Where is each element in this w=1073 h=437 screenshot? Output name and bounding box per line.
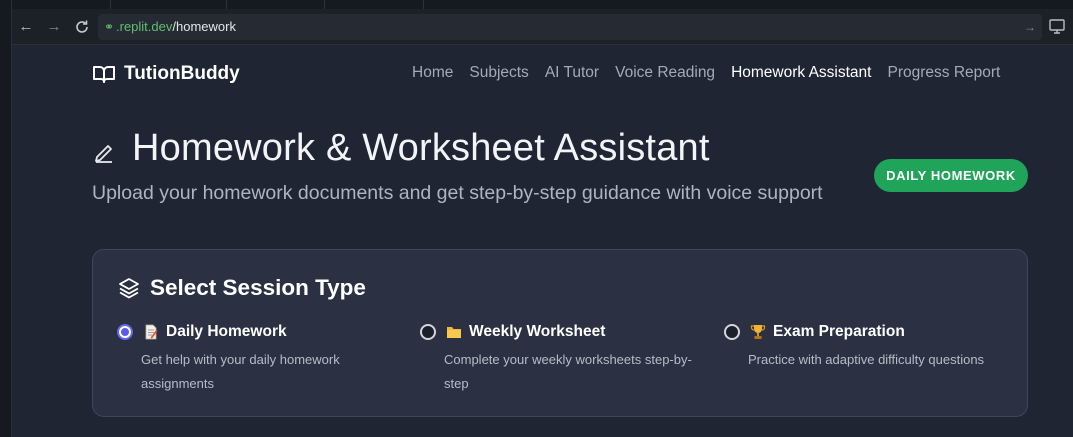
- title-row: Homework & Worksheet Assistant: [92, 127, 710, 170]
- layers-icon: [119, 278, 139, 299]
- option-daily-homework[interactable]: Daily Homework Get help with your daily …: [117, 322, 407, 396]
- radio-daily-homework[interactable]: [117, 324, 133, 340]
- browser-tab[interactable]: [226, 0, 324, 9]
- link-icon: ⚭: [104, 20, 115, 34]
- browser-tab[interactable]: [324, 0, 424, 9]
- page-subtitle: Upload your homework documents and get s…: [92, 182, 823, 204]
- open-book-icon: [93, 66, 115, 83]
- trophy-icon: [750, 325, 766, 339]
- memo-icon: [145, 324, 158, 340]
- session-type-card: Select Session Type Daily Homework Get h…: [92, 249, 1028, 417]
- nav-subjects[interactable]: Subjects: [469, 64, 528, 82]
- brand[interactable]: TutionBuddy: [92, 62, 240, 86]
- session-badge: DAILY HOMEWORK: [874, 159, 1028, 192]
- forward-icon[interactable]: →: [44, 17, 64, 37]
- option-weekly-worksheet[interactable]: Weekly Worksheet Complete your weekly wo…: [420, 322, 710, 396]
- window-edge: [0, 0, 12, 437]
- back-icon[interactable]: ←: [16, 17, 36, 37]
- nav-progress-report[interactable]: Progress Report: [887, 64, 1000, 82]
- radio-exam-preparation[interactable]: [724, 324, 740, 340]
- option-label: Weekly Worksheet: [469, 323, 606, 340]
- nav-ai-tutor[interactable]: AI Tutor: [545, 64, 599, 82]
- browser-toolbar: ← → ⚭ .replit.dev/homework →: [12, 9, 1073, 45]
- card-header: Select Session Type: [117, 275, 366, 301]
- folder-icon: [447, 327, 461, 338]
- page-title: Homework & Worksheet Assistant: [132, 127, 710, 169]
- tab-strip: [12, 0, 1073, 9]
- card-title: Select Session Type: [150, 275, 366, 300]
- option-description: Practice with adaptive difficulty questi…: [748, 352, 985, 367]
- brand-name: TutionBuddy: [124, 63, 240, 84]
- monitor-icon[interactable]: [1048, 17, 1068, 37]
- option-label: Exam Preparation: [773, 323, 905, 340]
- option-exam-preparation[interactable]: Exam Preparation Practice with adaptive …: [724, 322, 1014, 372]
- main-nav: Home Subjects AI Tutor Voice Reading Hom…: [412, 64, 1000, 82]
- pencil-icon: [95, 144, 112, 163]
- go-arrow-icon[interactable]: →: [1024, 14, 1036, 40]
- option-description: Complete your weekly worksheets step-by-…: [444, 352, 692, 391]
- option-description: Get help with your daily homework assign…: [141, 352, 340, 391]
- url-text: .replit.dev/homework: [116, 19, 236, 34]
- option-label: Daily Homework: [166, 323, 287, 340]
- page: TutionBuddy Home Subjects AI Tutor Voice…: [12, 45, 1073, 437]
- browser-tab[interactable]: [110, 0, 226, 9]
- address-bar[interactable]: ⚭ .replit.dev/homework →: [98, 14, 1042, 40]
- reload-icon[interactable]: [72, 17, 92, 37]
- radio-weekly-worksheet[interactable]: [420, 324, 436, 340]
- nav-voice-reading[interactable]: Voice Reading: [615, 64, 715, 82]
- nav-homework-assistant[interactable]: Homework Assistant: [731, 64, 871, 82]
- nav-home[interactable]: Home: [412, 64, 453, 82]
